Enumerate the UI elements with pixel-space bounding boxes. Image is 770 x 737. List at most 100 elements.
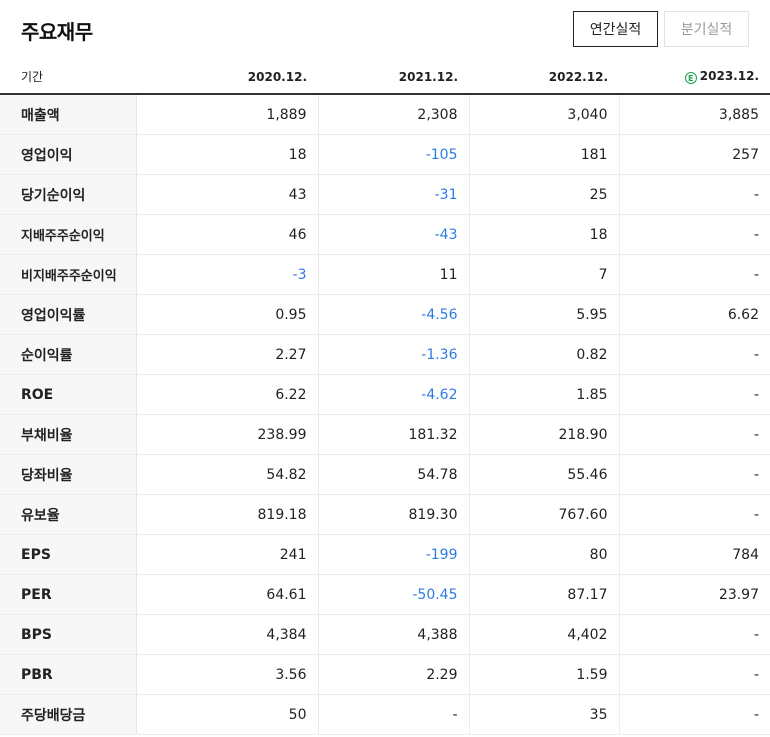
value-cell: -199	[317, 534, 469, 575]
value-cell: -1.36	[317, 334, 469, 375]
value-cell: 87.17	[468, 574, 619, 615]
value-cell: -	[618, 374, 770, 415]
value-cell: 54.82	[135, 454, 318, 495]
value-cell: -31	[317, 174, 469, 215]
financials-table: 기간 2020.12. 2021.12. 2022.12. E 2023.12. …	[0, 60, 770, 735]
value-cell: 0.95	[135, 294, 318, 335]
value-cell: 819.18	[135, 494, 318, 535]
row-label: 매출액	[0, 94, 137, 135]
table-row: 당좌비율 54.82 54.78 55.46-	[0, 454, 770, 495]
value-cell: 0.82	[468, 334, 619, 375]
value-cell: 23.97	[618, 574, 770, 615]
value-cell: 181.32	[317, 414, 469, 455]
table-row: 주당배당금 50-35-	[0, 694, 770, 735]
value-cell: 35	[468, 694, 619, 735]
row-label: 비지배주주순이익	[0, 254, 137, 295]
value-cell: 80	[468, 534, 619, 575]
page-title: 주요재무	[21, 20, 93, 44]
tab-quarterly[interactable]: 분기실적	[664, 11, 749, 47]
table-row: 부채비율 238.99 181.32 218.90-	[0, 414, 770, 455]
value-cell: -	[618, 414, 770, 455]
table-row: EPS 241 -199 80 784	[0, 534, 770, 575]
table-row: 비지배주주순이익 -3 11 7-	[0, 254, 770, 295]
value-cell: 3,040	[468, 94, 619, 135]
value-cell: 3,885	[618, 94, 770, 135]
value-cell: -	[618, 214, 770, 255]
value-cell: 257	[618, 134, 770, 175]
row-label: 순이익률	[0, 334, 137, 375]
column-header-2023: E 2023.12.	[619, 60, 770, 95]
value-cell: 18	[468, 214, 619, 255]
column-header-2023-label: 2023.12.	[699, 69, 759, 83]
table-row: ROE 6.22 -4.62 1.85-	[0, 374, 770, 415]
table-row: 당기순이익 43 -31 25-	[0, 174, 770, 215]
value-cell: -50.45	[317, 574, 469, 615]
value-cell: -	[618, 454, 770, 495]
value-cell: -	[618, 334, 770, 375]
value-cell: 4,388	[317, 614, 469, 655]
table-row: 매출액 1,889 2,308 3,040 3,885	[0, 94, 770, 135]
value-cell: 5.95	[468, 294, 619, 335]
value-cell: 50	[135, 694, 318, 735]
value-cell: -	[618, 694, 770, 735]
value-cell: 55.46	[468, 454, 619, 495]
table-row: 영업이익 18 -105 181 257	[0, 134, 770, 175]
value-cell: 218.90	[468, 414, 619, 455]
row-label: 당좌비율	[0, 454, 137, 495]
column-header-period: 기간	[0, 60, 136, 95]
tab-annual[interactable]: 연간실적	[573, 11, 658, 47]
value-cell: 6.62	[618, 294, 770, 335]
table-row: 유보율 819.18 819.30 767.60-	[0, 494, 770, 535]
row-label: 부채비율	[0, 414, 137, 455]
row-label: 영업이익	[0, 134, 137, 175]
column-header-2022: 2022.12.	[469, 60, 619, 95]
value-cell: 767.60	[468, 494, 619, 535]
value-cell: 1.85	[468, 374, 619, 415]
value-cell: -	[618, 654, 770, 695]
value-cell: -105	[317, 134, 469, 175]
table-row: PER 64.61 -50.45 87.17 23.97	[0, 574, 770, 615]
value-cell: 6.22	[135, 374, 318, 415]
value-cell: 181	[468, 134, 619, 175]
value-cell: 64.61	[135, 574, 318, 615]
table-row: 영업이익률 0.95 -4.56 5.95 6.62	[0, 294, 770, 335]
value-cell: 3.56	[135, 654, 318, 695]
row-label: 유보율	[0, 494, 137, 535]
value-cell: 25	[468, 174, 619, 215]
value-cell: 54.78	[317, 454, 469, 495]
value-cell: 18	[135, 134, 318, 175]
table-row: 순이익률 2.27 -1.36 0.82-	[0, 334, 770, 375]
value-cell: -	[618, 494, 770, 535]
row-label: 영업이익률	[0, 294, 137, 335]
estimate-icon: E	[684, 72, 697, 84]
value-cell: 4,384	[135, 614, 318, 655]
value-cell: 784	[618, 534, 770, 575]
value-cell: 241	[135, 534, 318, 575]
value-cell: -43	[317, 214, 469, 255]
row-label: 당기순이익	[0, 174, 137, 215]
value-cell: 1.59	[468, 654, 619, 695]
value-cell: 819.30	[317, 494, 469, 535]
column-header-2020: 2020.12.	[136, 60, 318, 95]
value-cell: -	[618, 614, 770, 655]
value-cell: -	[618, 254, 770, 295]
value-cell: 46	[135, 214, 318, 255]
financials-widget: 주요재무 연간실적 분기실적 기간 2020.12. 2021.12. 2022…	[0, 0, 770, 737]
table-body: 매출액 1,889 2,308 3,040 3,885 영업이익 18 -105 181 257 당…	[0, 94, 770, 735]
period-tabs: 연간실적 분기실적	[573, 11, 749, 47]
row-label: 주당배당금	[0, 694, 137, 735]
row-label: EPS	[0, 534, 137, 575]
table-row: PBR 3.56 2.29 1.59-	[0, 654, 770, 695]
table-row: 지배주주순이익 46 -43 18-	[0, 214, 770, 255]
table-header-row: 기간 2020.12. 2021.12. 2022.12. E 2023.12.	[0, 60, 770, 95]
value-cell: -3	[135, 254, 318, 295]
column-header-2021: 2021.12.	[318, 60, 469, 95]
value-cell: 238.99	[135, 414, 318, 455]
value-cell: 2.27	[135, 334, 318, 375]
row-label: PBR	[0, 654, 137, 695]
table-row: BPS 4,384 4,388 4,402-	[0, 614, 770, 655]
value-cell: -4.56	[317, 294, 469, 335]
value-cell: 1,889	[135, 94, 318, 135]
value-cell: 4,402	[468, 614, 619, 655]
value-cell: 43	[135, 174, 318, 215]
